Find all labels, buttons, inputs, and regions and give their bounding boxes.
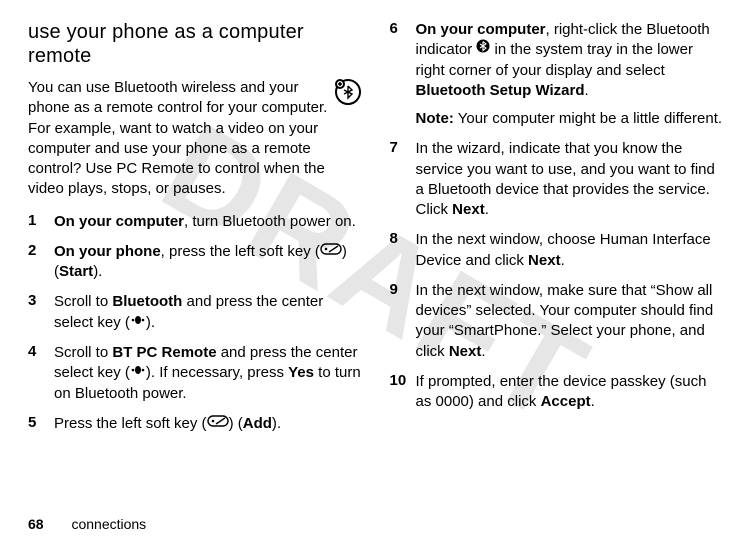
text-run: Yes	[288, 364, 314, 381]
step-5: 5Press the left soft key ( ) (Add).	[28, 414, 362, 434]
text-run: Bluetooth	[112, 293, 182, 310]
page-footer: 68 connections	[28, 516, 146, 532]
text-run: ).	[146, 314, 155, 331]
step-number: 6	[390, 20, 416, 129]
text-run: ) (	[229, 415, 243, 432]
text-run: , press the left soft key (	[161, 243, 320, 260]
text-run: Note:	[416, 110, 454, 127]
step-number: 8	[390, 230, 416, 271]
btround-icon	[476, 39, 490, 59]
step-3: 3Scroll to Bluetooth and press the cente…	[28, 292, 362, 333]
step-6: 6On your computer, right-click the Bluet…	[390, 20, 724, 129]
text-run: .	[481, 343, 485, 360]
step-body: On your computer, turn Bluetooth power o…	[54, 212, 362, 232]
step-4: 4Scroll to BT PC Remote and press the ce…	[28, 343, 362, 404]
text-run: Accept	[541, 393, 591, 410]
step-body: Press the left soft key ( ) (Add).	[54, 414, 362, 434]
text-run: , turn Bluetooth power on.	[184, 213, 356, 230]
page-content: use your phone as a computer remote You …	[28, 20, 723, 492]
step-2: 2On your phone, press the left soft key …	[28, 242, 362, 283]
text-run: Add	[243, 415, 272, 432]
softkey-icon	[320, 241, 342, 261]
step-7: 7In the wizard, indicate that you know t…	[390, 139, 724, 220]
text-run: Scroll to	[54, 344, 112, 361]
center-icon	[130, 362, 146, 382]
step-number: 4	[28, 343, 54, 404]
text-run: Start	[59, 263, 93, 280]
step-10: 10If prompted, enter the device passkey …	[390, 372, 724, 413]
text-run: BT PC Remote	[112, 344, 216, 361]
center-icon	[130, 312, 146, 332]
step-number: 3	[28, 292, 54, 333]
step-number: 5	[28, 414, 54, 434]
text-run: Your computer might be a little differen…	[454, 110, 722, 127]
step-body: In the next window, choose Human Interfa…	[416, 230, 724, 271]
text-run: On your phone	[54, 243, 161, 260]
bluetooth-feature-icon	[334, 78, 362, 112]
step-body: On your computer, right-click the Blueto…	[416, 20, 724, 129]
step-body: In the next window, make sure that “Show…	[416, 281, 724, 362]
step-1: 1On your computer, turn Bluetooth power …	[28, 212, 362, 232]
text-run: ).	[93, 263, 102, 280]
text-run: .	[561, 252, 565, 269]
step-body: On your phone, press the left soft key (…	[54, 242, 362, 283]
step-number: 2	[28, 242, 54, 283]
step-body: In the wizard, indicate that you know th…	[416, 139, 724, 220]
text-run: Next	[528, 252, 561, 269]
step-number: 7	[390, 139, 416, 220]
text-run: .	[585, 82, 589, 99]
text-run: Next	[452, 201, 485, 218]
step-9: 9In the next window, make sure that “Sho…	[390, 281, 724, 362]
step-body: Scroll to Bluetooth and press the center…	[54, 292, 362, 333]
text-run: Scroll to	[54, 293, 112, 310]
text-run: .	[591, 393, 595, 410]
text-run: On your computer	[416, 21, 546, 38]
step-body: Scroll to BT PC Remote and press the cen…	[54, 343, 362, 404]
step-number: 1	[28, 212, 54, 232]
intro-text: You can use Bluetooth wireless and your …	[28, 79, 327, 197]
section-heading: use your phone as a computer remote	[28, 20, 362, 68]
text-run: On your computer	[54, 213, 184, 230]
text-run: ).	[272, 415, 281, 432]
section-label: connections	[71, 516, 146, 532]
text-run: ). If necessary, press	[146, 364, 288, 381]
intro-paragraph: You can use Bluetooth wireless and your …	[28, 78, 362, 200]
step-body: If prompted, enter the device passkey (s…	[416, 372, 724, 413]
text-run: Next	[449, 343, 482, 360]
page-number: 68	[28, 516, 44, 532]
step-number: 9	[390, 281, 416, 362]
step-number: 10	[390, 372, 416, 413]
softkey-icon	[207, 413, 229, 433]
text-run: Press the left soft key (	[54, 415, 207, 432]
text-run: .	[485, 201, 489, 218]
step-note: Note: Your computer might be a little di…	[416, 109, 724, 129]
step-8: 8In the next window, choose Human Interf…	[390, 230, 724, 271]
text-run: Bluetooth Setup Wizard	[416, 82, 585, 99]
